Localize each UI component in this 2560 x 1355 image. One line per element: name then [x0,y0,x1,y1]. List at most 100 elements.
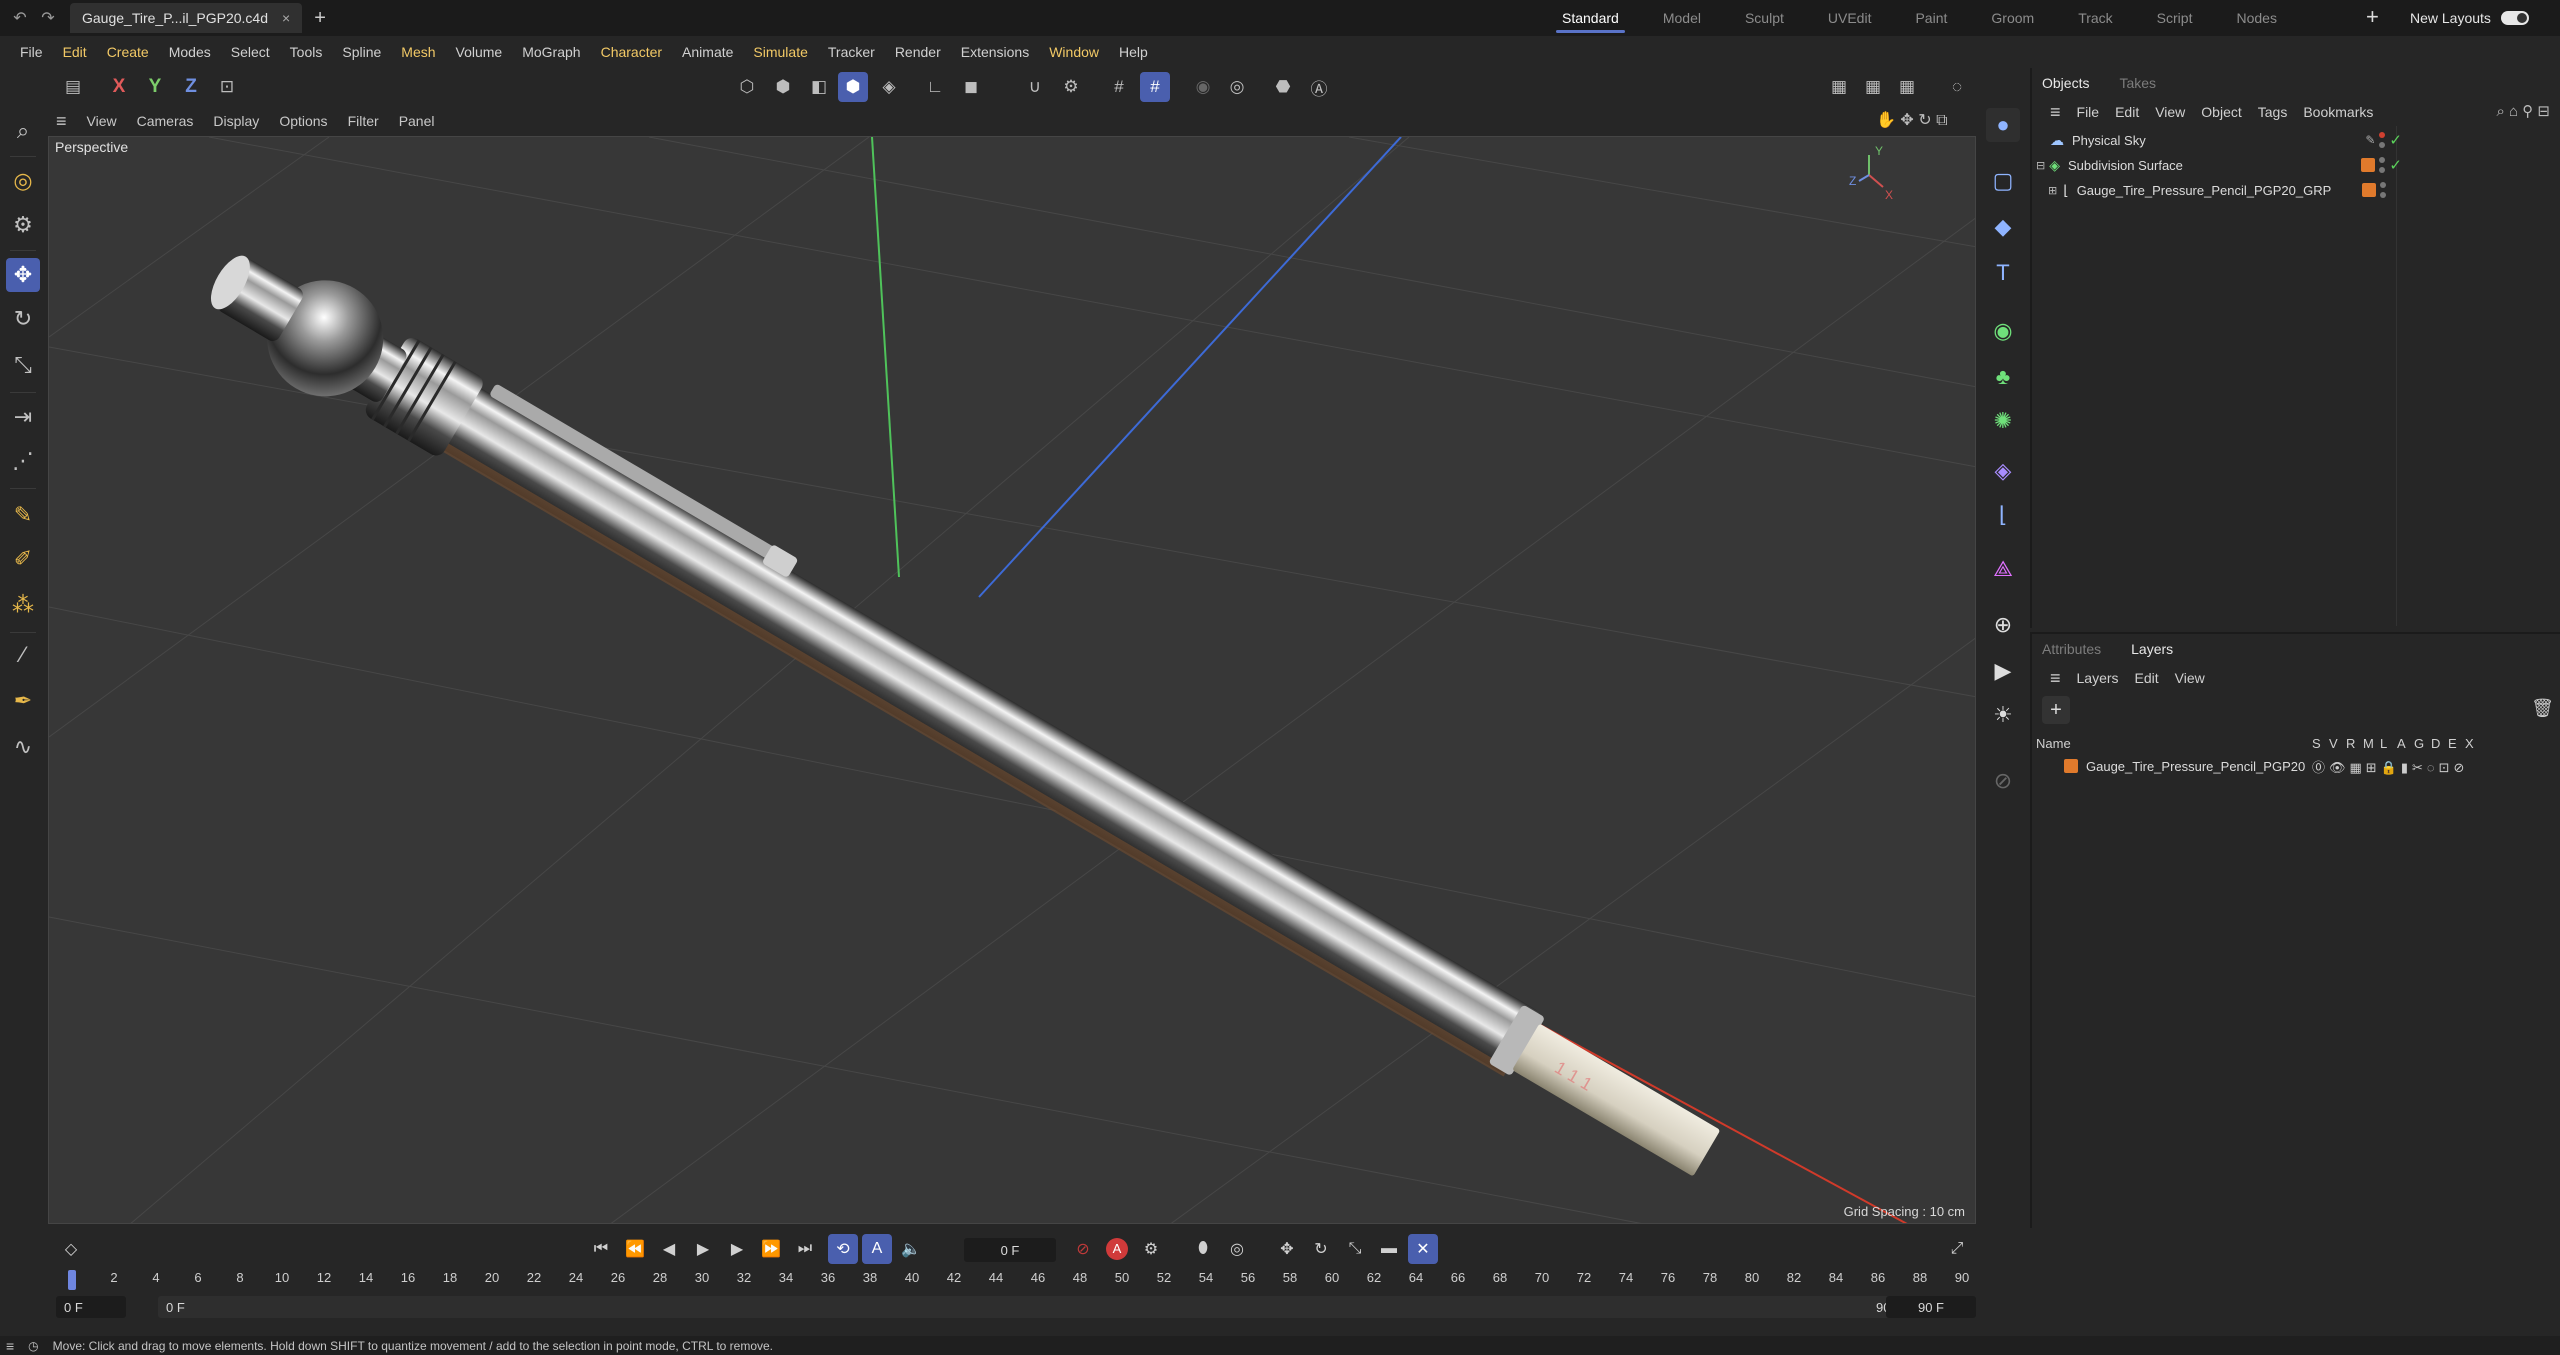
menu-edit[interactable]: Edit [53,44,97,60]
play-icon[interactable]: ▶ [688,1234,718,1264]
knife-tool-icon[interactable]: ✎ [6,498,40,532]
generator-icon[interactable]: ◉ [1986,314,2020,348]
brush-tool-icon[interactable]: ✐ [6,542,40,576]
uv-mode-icon[interactable]: ◈ [874,72,904,102]
status-menu-icon[interactable]: ≡ [6,1338,14,1354]
obj-menu-object[interactable]: Object [2193,104,2249,120]
layer-color-swatch[interactable] [2064,759,2078,773]
pos-track-icon[interactable]: ✥ [1272,1234,1302,1264]
text-object-icon[interactable]: T [1986,256,2020,290]
menu-help[interactable]: Help [1109,44,1158,60]
menu-animate[interactable]: Animate [672,44,743,60]
camera-icon[interactable]: ▶ [1986,654,2020,688]
move-tool-icon[interactable]: ✥ [6,258,40,292]
menu-window[interactable]: Window [1039,44,1109,60]
menu-volume[interactable]: Volume [446,44,513,60]
layers-menu-edit[interactable]: Edit [2127,670,2167,686]
coordinate-system-icon[interactable]: ⊡ [212,72,242,102]
vp-menu-display[interactable]: Display [203,113,269,129]
redshift-icon[interactable]: ◌ [1942,72,1972,102]
layer-row[interactable]: Gauge_Tire_Pressure_Pencil_PGP20 ⓪👁▦⊞🔒▮✂… [2032,754,2560,778]
vp-menu-filter[interactable]: Filter [338,113,389,129]
sketch-tool-icon[interactable]: ∿ [6,730,40,764]
layers-menu-layers[interactable]: Layers [2069,670,2127,686]
polygons-mode-icon[interactable]: ◧ [804,72,834,102]
objects-menu-icon[interactable]: ≡ [2042,102,2069,123]
environment-icon[interactable]: ⊕ [1986,608,2020,642]
vp-menu-view[interactable]: View [77,113,127,129]
keyframe-icon[interactable]: ◇ [56,1234,86,1264]
axis-mode-icon[interactable]: ∟ [920,72,950,102]
soft-selection-icon[interactable]: ◎ [1222,72,1252,102]
rot-track-icon[interactable]: ↻ [1306,1234,1336,1264]
sound-icon[interactable]: 🔈 [896,1234,926,1264]
layers-menu-view[interactable]: View [2167,670,2213,686]
menu-mesh[interactable]: Mesh [391,44,445,60]
transfer-tool-icon[interactable]: ⇥ [6,400,40,434]
polygon-pen-icon[interactable]: ⁂ [6,588,40,622]
layout-track[interactable]: Track [2056,0,2134,36]
menu-extensions[interactable]: Extensions [951,44,1039,60]
menu-character[interactable]: Character [591,44,672,60]
layer-color-swatch[interactable] [2361,158,2376,172]
obj-menu-bookmarks[interactable]: Bookmarks [2295,104,2381,120]
multi-transform-icon[interactable]: ⋰ [6,444,40,478]
vp-menu-panel[interactable]: Panel [389,113,445,129]
frame-ruler[interactable]: 0246810121416182022242628303234363840424… [46,1270,1980,1292]
keyframe-settings-icon[interactable]: ⚙ [1136,1234,1166,1264]
param-track-icon[interactable]: ▬ [1374,1234,1404,1264]
z-axis-lock-button[interactable]: Z [176,72,206,102]
add-layer-button[interactable]: + [2042,696,2070,724]
loop-icon[interactable]: ⟲ [828,1234,858,1264]
key-rotation-icon[interactable]: ◎ [1222,1234,1252,1264]
3d-viewport[interactable]: 1 1 1 Y X Z Perspective Grid Spacing : 1… [48,136,1976,1224]
menu-simulate[interactable]: Simulate [743,44,817,60]
key-position-icon[interactable]: ⬮ [1188,1234,1218,1264]
obj-menu-view[interactable]: View [2147,104,2193,120]
layout-groom[interactable]: Groom [1969,0,2056,36]
workplane-icon[interactable]: # [1104,72,1134,102]
spline-pen-icon[interactable]: ✒ [6,684,40,718]
tab-takes[interactable]: Takes [2119,75,2156,91]
close-tab-icon[interactable]: × [282,10,290,26]
spline-icon[interactable]: ⟁ [1986,552,2020,586]
layout-model[interactable]: Model [1641,0,1723,36]
tab-objects[interactable]: Objects [2042,75,2089,91]
render-settings-icon[interactable]: ⬣ [1268,72,1298,102]
layout-uvedit[interactable]: UVEdit [1806,0,1894,36]
go-to-end-icon[interactable]: ⏭ [790,1234,820,1264]
visibility-dots[interactable] [2380,182,2386,198]
obj-menu-tags[interactable]: Tags [2250,104,2296,120]
layout-standard[interactable]: Standard [1540,0,1641,36]
expand-icon[interactable]: ⊞ [2048,184,2057,197]
layout-paint[interactable]: Paint [1893,0,1969,36]
cloner-icon[interactable]: ♣ [1986,360,2020,394]
vp-menu-options[interactable]: Options [269,113,337,129]
menu-tracker[interactable]: Tracker [818,44,885,60]
layout-script[interactable]: Script [2135,0,2215,36]
menu-tools[interactable]: Tools [280,44,333,60]
end-frame-field[interactable]: 90 F [1886,1296,1976,1318]
attribute-icon[interactable]: Ⓐ [1304,72,1334,102]
pen-icon[interactable]: ⊘ [1986,764,2020,798]
search-icon[interactable]: ⌕ [6,114,40,148]
edges-mode-icon[interactable]: ⬢ [768,72,798,102]
menu-modes[interactable]: Modes [159,44,221,60]
viewport-solo-icon[interactable]: ▤ [58,72,88,102]
go-to-start-icon[interactable]: ⏮ [586,1234,616,1264]
autokey-icon[interactable]: A [1102,1234,1132,1264]
menu-render[interactable]: Render [885,44,951,60]
scale-tool-icon[interactable]: ⤡ [6,348,40,382]
previous-frame-icon[interactable]: ◀ [654,1234,684,1264]
list-item[interactable]: ⊟ ◈ Subdivision Surface ✓ [2032,153,2560,177]
layer-flag-icons[interactable]: ⓪👁▦⊞🔒▮✂◌⊡⊘ [2312,757,2468,776]
snap-icon[interactable]: ∪ [1020,72,1050,102]
obj-menu-edit[interactable]: Edit [2107,104,2147,120]
add-layout-button[interactable]: + [2366,4,2379,30]
menu-mograph[interactable]: MoGraph [512,44,590,60]
viewport-menu-icon[interactable]: ≡ [46,111,77,132]
layer-color-swatch[interactable] [2362,183,2376,197]
visibility-dots[interactable] [2379,132,2386,148]
edit-tag-icon[interactable]: ✎ [2365,133,2375,147]
previous-key-icon[interactable]: ⏪ [620,1234,650,1264]
